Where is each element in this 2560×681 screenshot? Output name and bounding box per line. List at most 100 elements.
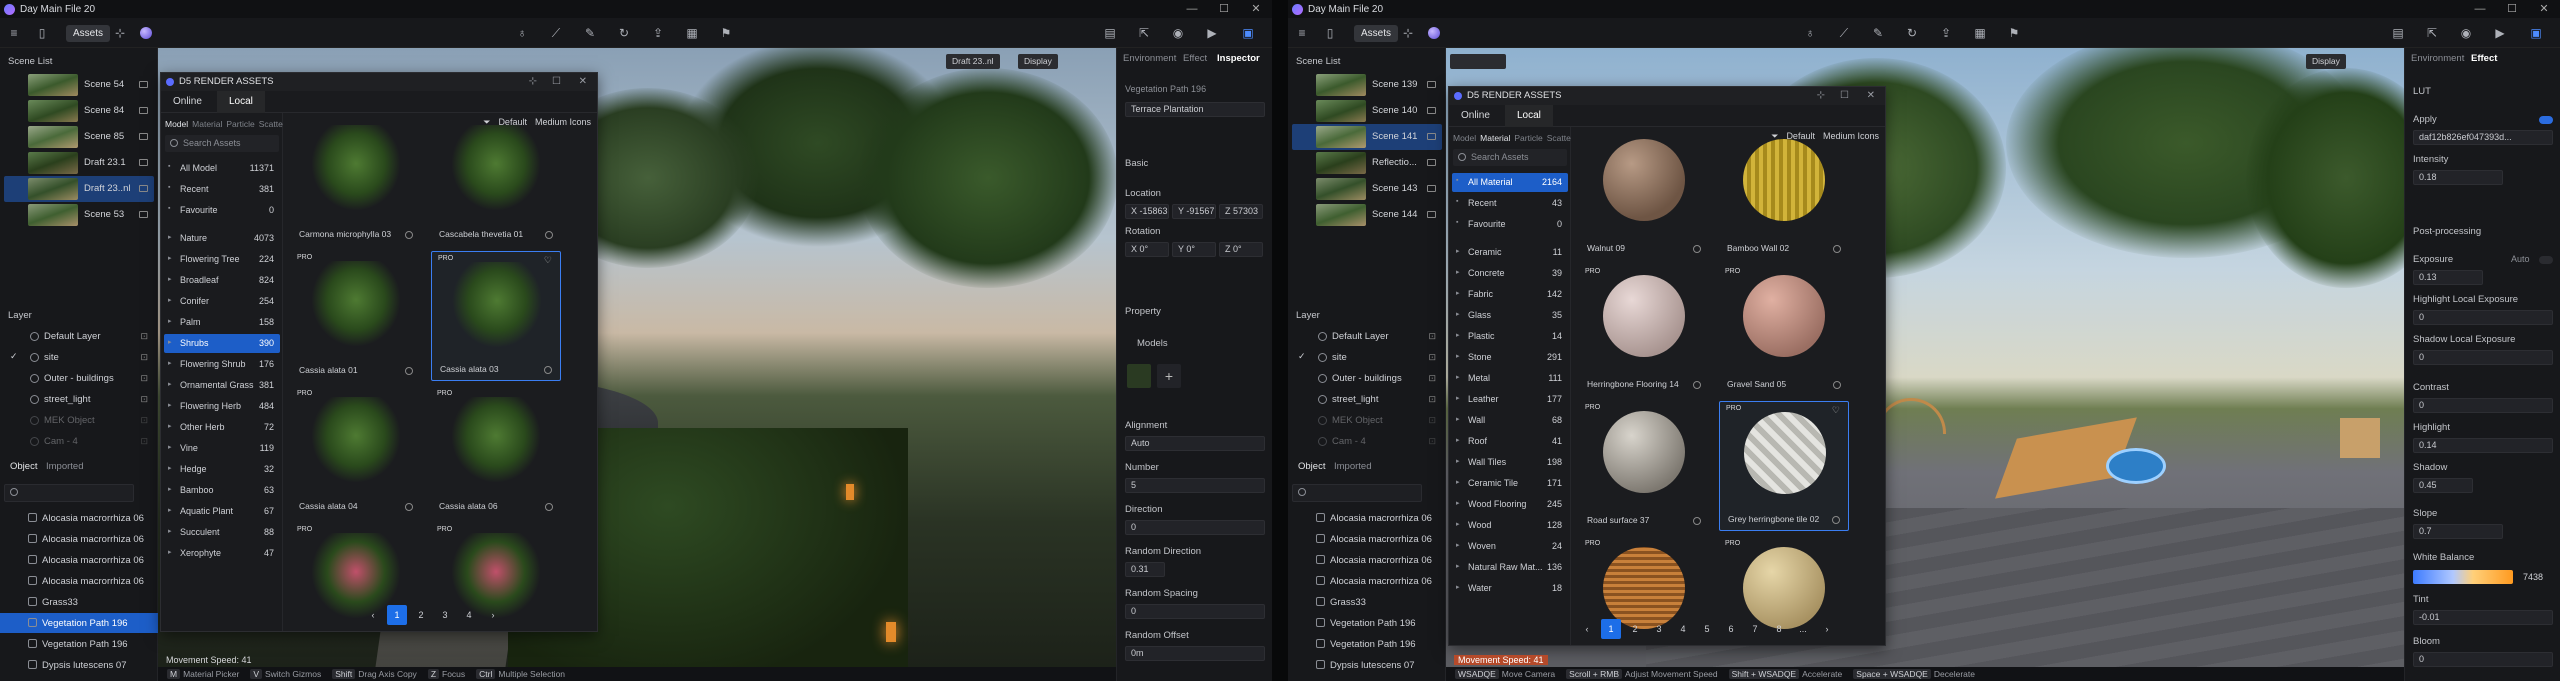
lock-icon[interactable]: ⊡ — [140, 436, 148, 447]
chevron-right-icon[interactable]: ▸ — [168, 338, 172, 346]
close-icon[interactable]: ✕ — [2528, 0, 2560, 18]
rotation-y[interactable]: Y 0° — [1172, 242, 1216, 257]
category-tab[interactable]: Model — [1453, 133, 1476, 143]
asset-category-row[interactable]: ▸ Glass 35 — [1452, 306, 1568, 325]
rotation-z[interactable]: Z 0° — [1219, 242, 1263, 257]
lock-icon[interactable]: ⊡ — [1428, 394, 1436, 405]
close-icon[interactable]: ✕ — [1240, 0, 1272, 18]
scene-item[interactable]: Scene 85 — [4, 124, 154, 150]
eye-icon[interactable] — [1318, 332, 1327, 341]
asset-category-row[interactable]: ▸ Wood 128 — [1452, 516, 1568, 535]
slope-field[interactable]: 0.7 — [2413, 524, 2503, 539]
scene-item[interactable]: Draft 23.1 — [4, 150, 154, 176]
share-icon[interactable]: ⇱ — [1136, 25, 1152, 41]
chevron-right-icon[interactable]: ▸ — [1456, 331, 1460, 339]
object-item[interactable]: Vegetation Path 196 — [1288, 613, 1446, 633]
chevron-right-icon[interactable]: ▸ — [1456, 541, 1460, 549]
layer-item[interactable]: Default Layer ⊡ — [1288, 326, 1446, 346]
tab-online[interactable]: Online — [1449, 105, 1502, 127]
tab-effect[interactable]: Effect — [2471, 53, 2497, 64]
menu-icon[interactable]: ≡ — [6, 25, 22, 41]
white-balance-slider[interactable] — [2413, 570, 2513, 584]
object-item[interactable]: Grass33 — [1288, 592, 1446, 612]
asset-category-row[interactable]: ▸ Ceramic Tile 171 — [1452, 474, 1568, 493]
object-search-input[interactable] — [1292, 484, 1422, 502]
display-button[interactable]: Display — [2306, 54, 2346, 69]
chevron-right-icon[interactable]: ▸ — [168, 317, 172, 325]
chevron-right-icon[interactable]: ▸ — [168, 422, 172, 430]
asset-category-row[interactable]: ▸ Natural Raw Mat... 136 — [1452, 558, 1568, 577]
location-x[interactable]: X -15863 — [1125, 204, 1169, 219]
tab-environment[interactable]: Environment — [1123, 53, 1176, 64]
object-item[interactable]: Dypsis lutescens 07 — [1288, 655, 1446, 675]
asset-category-row[interactable]: ▸ Bamboo 63 — [164, 481, 280, 500]
asset-category-row[interactable]: ▸ Palm 158 — [164, 313, 280, 332]
chevron-right-icon[interactable]: ▸ — [168, 233, 172, 241]
eye-icon[interactable] — [1318, 395, 1327, 404]
chevron-right-icon[interactable]: ▸ — [168, 380, 172, 388]
eye-icon[interactable] — [30, 416, 39, 425]
asset-category-row[interactable]: ▸ Concrete 39 — [1452, 264, 1568, 283]
chevron-right-icon[interactable]: ▸ — [1456, 394, 1460, 402]
lock-icon[interactable]: ⊡ — [1428, 352, 1436, 363]
close-icon[interactable]: ✕ — [579, 73, 587, 91]
asset-category-row[interactable]: ▸ Broadleaf 824 — [164, 271, 280, 290]
model-thumbnail[interactable] — [1127, 364, 1151, 388]
layer-item[interactable]: Cam - 4 ⊡ — [0, 431, 158, 451]
lock-icon[interactable]: ⊡ — [140, 373, 148, 384]
category-tab[interactable]: Particle — [1514, 133, 1542, 143]
camera-icon[interactable] — [1427, 211, 1436, 218]
asset-category-row[interactable]: ▸ Ornamental Grass 381 — [164, 376, 280, 395]
assets-button[interactable]: Assets — [66, 25, 111, 42]
scene-item[interactable]: Reflectio... — [1292, 150, 1442, 176]
chevron-right-icon[interactable]: ▸ — [168, 464, 172, 472]
asset-search-input[interactable]: Search Assets — [165, 135, 279, 152]
object-item[interactable]: Alocasia macrorrhiza 06 — [0, 508, 158, 528]
asset-filter-row[interactable]: ▪ All Material 2164 — [1452, 173, 1568, 192]
asset-category-row[interactable]: ▸ Flowering Herb 484 — [164, 397, 280, 416]
asset-category-row[interactable]: ▸ Fabric 142 — [1452, 285, 1568, 304]
camera-icon[interactable]: ◉ — [2458, 25, 2474, 41]
asset-card[interactable]: PRO Gravel Sand 05 — [1719, 265, 1849, 395]
chevron-right-icon[interactable]: ▸ — [1456, 247, 1460, 255]
number-field[interactable]: 5 — [1125, 478, 1265, 493]
draw-icon[interactable]: ✎ — [1870, 25, 1886, 41]
tab-object[interactable]: Object — [1298, 461, 1325, 472]
tab-object[interactable]: Object — [10, 461, 37, 472]
random-spacing-field[interactable]: 0 — [1125, 604, 1265, 619]
camera-icon[interactable] — [1427, 81, 1436, 88]
category-tab[interactable]: Material — [192, 119, 222, 129]
draw-icon[interactable]: ✎ — [582, 25, 598, 41]
chevron-right-icon[interactable]: ▸ — [168, 548, 172, 556]
asset-card[interactable]: PRO Cassia alata 04 — [291, 387, 421, 517]
tab-effect[interactable]: Effect — [1183, 53, 1207, 64]
asset-category-row[interactable]: ▸ Hedge 32 — [164, 460, 280, 479]
scene-item[interactable]: Scene 84 — [4, 98, 154, 124]
asset-category-row[interactable]: ▸ Wall 68 — [1452, 411, 1568, 430]
lock-icon[interactable]: ⊡ — [1428, 373, 1436, 384]
chevron-right-icon[interactable]: ▸ — [168, 254, 172, 262]
intensity-field[interactable]: 0.18 — [2413, 170, 2503, 185]
page-button[interactable]: 3 — [435, 605, 455, 625]
basic-section[interactable]: Basic — [1125, 158, 1148, 169]
asset-card[interactable]: PRO ♡ Grey herringbone tile 02 — [1719, 401, 1849, 531]
scene-item[interactable]: Scene 54 — [4, 72, 154, 98]
location-z[interactable]: Z 57303 — [1219, 204, 1263, 219]
rotation-x[interactable]: X 0° — [1125, 242, 1169, 257]
page-button[interactable]: 1 — [1601, 619, 1621, 639]
asset-category-row[interactable]: ▸ Water 18 — [1452, 579, 1568, 598]
asset-category-row[interactable]: ▸ Flowering Tree 224 — [164, 250, 280, 269]
eye-icon[interactable] — [30, 353, 39, 362]
tab-online[interactable]: Online — [161, 91, 214, 113]
page-button[interactable]: 2 — [1625, 619, 1645, 639]
scene-item[interactable]: Scene 140 — [1292, 98, 1442, 124]
asset-category-row[interactable]: ▸ Shrubs 390 — [164, 334, 280, 353]
lut-file-dropdown[interactable]: daf12b826ef047393d... — [2413, 130, 2553, 145]
camera-icon[interactable] — [1427, 159, 1436, 166]
asset-category-row[interactable]: ▸ Woven 24 — [1452, 537, 1568, 556]
scene-item[interactable]: Scene 143 — [1292, 176, 1442, 202]
d5-orb-icon[interactable] — [140, 27, 152, 39]
page-button[interactable]: 1 — [387, 605, 407, 625]
eye-icon[interactable] — [1318, 416, 1327, 425]
grid-icon[interactable]: ▦ — [684, 25, 700, 41]
